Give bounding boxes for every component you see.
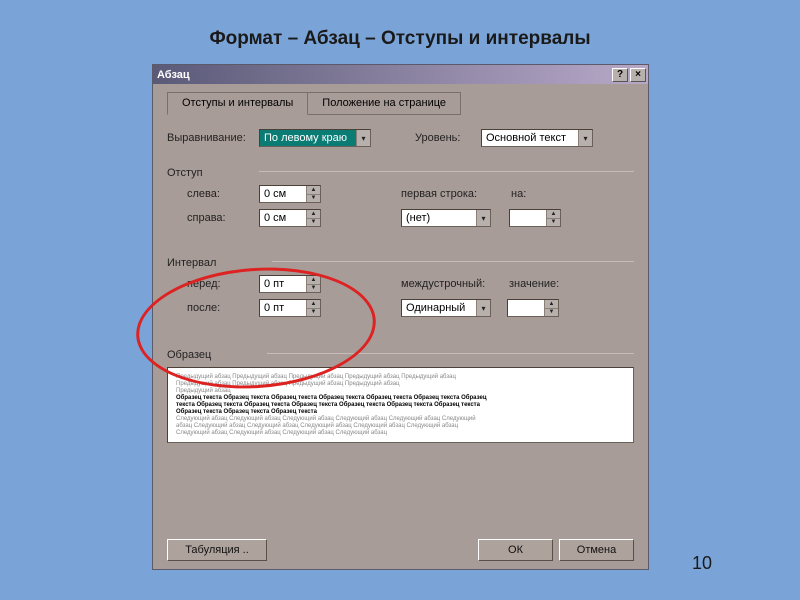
spacing-before-label: перед: [187, 278, 259, 290]
spinner-icon[interactable]: ▲▼ [306, 210, 320, 226]
level-select[interactable]: Основной текст [481, 129, 593, 147]
spinner-icon[interactable]: ▲▼ [306, 186, 320, 202]
first-line-value: (нет) [402, 210, 476, 226]
first-line-label: первая строка: [401, 188, 493, 200]
first-line-select[interactable]: (нет) [401, 209, 491, 227]
level-label: Уровень: [415, 132, 481, 144]
line-spacing-select[interactable]: Одинарный [401, 299, 491, 317]
paragraph-dialog: Абзац ? × Отступы и интервалы Положение … [152, 64, 649, 570]
spinner-icon[interactable]: ▲▼ [306, 276, 320, 292]
tab-indents[interactable]: Отступы и интервалы [167, 92, 308, 115]
sample-group-label: Образец [167, 349, 211, 361]
alignment-select[interactable]: По левому краю [259, 129, 371, 147]
spacing-after-input[interactable]: 0 пт ▲▼ [259, 299, 321, 317]
dropdown-icon[interactable] [578, 130, 592, 146]
spacing-before-value: 0 пт [260, 276, 306, 292]
help-button[interactable]: ? [612, 68, 628, 82]
spacing-after-value: 0 пт [260, 300, 306, 316]
alignment-value: По левому краю [260, 130, 356, 146]
at-label: значение: [509, 278, 565, 290]
indent-left-value: 0 см [260, 186, 306, 202]
line-spacing-value: Одинарный [402, 300, 476, 316]
indent-right-input[interactable]: 0 см ▲▼ [259, 209, 321, 227]
indent-right-label: справа: [187, 212, 259, 224]
indent-left-input[interactable]: 0 см ▲▼ [259, 185, 321, 203]
slide-title: Формат – Абзац – Отступы и интервалы [0, 0, 800, 50]
by-value [510, 210, 546, 226]
dropdown-icon[interactable] [476, 300, 490, 316]
spinner-icon[interactable]: ▲▼ [306, 300, 320, 316]
indent-group-label: Отступ [167, 167, 203, 179]
page-right-number: 10 [692, 553, 712, 574]
dropdown-icon[interactable] [476, 210, 490, 226]
dropdown-icon[interactable] [356, 130, 370, 146]
indent-right-value: 0 см [260, 210, 306, 226]
spinner-icon[interactable]: ▲▼ [544, 300, 558, 316]
by-label: на: [511, 188, 551, 200]
spinner-icon[interactable]: ▲▼ [546, 210, 560, 226]
by-input[interactable]: ▲▼ [509, 209, 561, 227]
tab-position[interactable]: Положение на странице [307, 92, 461, 115]
alignment-label: Выравнивание: [167, 132, 259, 144]
at-input[interactable]: ▲▼ [507, 299, 559, 317]
line-spacing-label: междустрочный: [401, 278, 495, 290]
dialog-titlebar[interactable]: Абзац ? × [153, 65, 648, 84]
spacing-after-label: после: [187, 302, 259, 314]
dialog-title: Абзац [157, 69, 612, 81]
preview-box: Предыдущий абзац Предыдущий абзац Предыд… [167, 367, 634, 443]
close-button[interactable]: × [630, 68, 646, 82]
cancel-button[interactable]: Отмена [559, 539, 634, 561]
at-value [508, 300, 544, 316]
ok-button[interactable]: ОК [478, 539, 553, 561]
spacing-group-label: Интервал [167, 257, 216, 269]
indent-left-label: слева: [187, 188, 259, 200]
spacing-before-input[interactable]: 0 пт ▲▼ [259, 275, 321, 293]
level-value: Основной текст [482, 130, 578, 146]
tabs-button[interactable]: Табуляция .. [167, 539, 267, 561]
